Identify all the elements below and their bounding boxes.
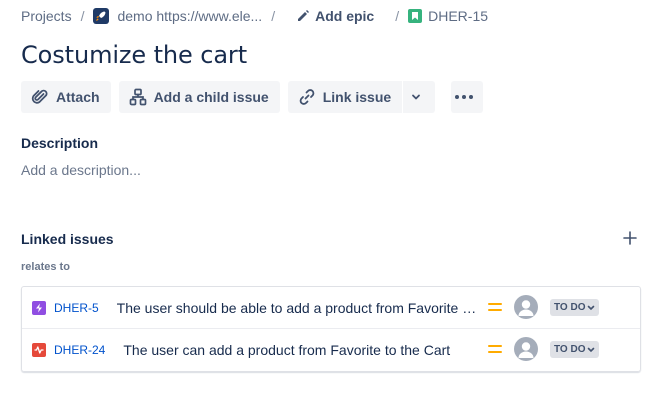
linked-issues-list: DHER-5 The user should be able to add a … — [21, 286, 641, 372]
status-label: TO DO — [554, 302, 586, 313]
relation-type-label: relates to — [21, 261, 70, 273]
add-child-issue-button[interactable]: Add a child issue — [118, 81, 280, 113]
attach-button[interactable]: Attach — [21, 81, 111, 113]
assignee-avatar[interactable] — [514, 337, 538, 361]
add-linked-issue-button[interactable] — [622, 230, 638, 246]
assignee-avatar[interactable] — [514, 295, 538, 319]
breadcrumb-issue[interactable]: DHER-15 — [408, 8, 488, 24]
breadcrumb-projects[interactable]: Projects — [21, 8, 72, 24]
link-issue-button[interactable]: Link issue — [287, 81, 403, 113]
priority-medium-icon — [488, 303, 502, 311]
breadcrumb-project-name: demo https://www.ele... — [117, 8, 263, 24]
bug-icon — [32, 342, 46, 357]
linked-issue-row[interactable]: DHER-5 The user should be able to add a … — [22, 287, 640, 329]
plus-icon — [623, 231, 637, 245]
linked-issue-key[interactable]: DHER-24 — [54, 343, 105, 357]
link-issue-label: Link issue — [322, 89, 392, 105]
breadcrumb-issue-key: DHER-15 — [428, 8, 489, 24]
linked-issue-summary[interactable]: The user should be able to add a product… — [117, 300, 479, 316]
project-rocket-icon — [93, 8, 110, 24]
breadcrumb-separator: / — [271, 8, 276, 24]
link-icon — [299, 89, 315, 105]
epic-icon — [32, 300, 46, 315]
breadcrumb-separator: / — [80, 8, 85, 24]
linked-issue-key[interactable]: DHER-5 — [54, 301, 99, 315]
chevron-down-icon — [588, 305, 595, 310]
user-icon — [518, 300, 534, 316]
add-epic-button[interactable]: Add epic — [296, 8, 374, 24]
linked-issue-summary[interactable]: The user can add a product from Favorite… — [123, 342, 481, 358]
chevron-down-icon — [588, 347, 595, 352]
status-dropdown[interactable]: TO DO — [550, 299, 600, 316]
more-icon — [454, 95, 473, 99]
issue-toolbar: Attach Add a child issue Link issue — [21, 81, 491, 113]
add-child-issue-label: Add a child issue — [153, 89, 269, 105]
issue-view: Projects / demo https://www.ele... / Add… — [0, 0, 667, 403]
chevron-down-icon — [411, 94, 420, 100]
attach-label: Attach — [56, 89, 100, 105]
story-icon — [408, 9, 423, 23]
link-issue-dropdown-button[interactable] — [403, 81, 436, 113]
breadcrumb: Projects / demo https://www.ele... / Add… — [21, 6, 488, 26]
description-heading: Description — [21, 135, 99, 151]
status-label: TO DO — [554, 344, 586, 355]
pencil-icon — [298, 10, 310, 21]
status-dropdown[interactable]: TO DO — [550, 341, 600, 358]
paperclip-icon — [31, 89, 48, 104]
child-issue-icon — [129, 88, 146, 106]
add-epic-label: Add epic — [315, 8, 375, 24]
user-icon — [518, 342, 534, 358]
linked-issues-heading: Linked issues — [21, 231, 114, 247]
description-field[interactable]: Add a description... — [21, 162, 141, 178]
breadcrumb-project[interactable]: demo https://www.ele... — [93, 8, 262, 24]
more-actions-button[interactable] — [451, 81, 484, 113]
issue-title[interactable]: Costumize the cart — [21, 41, 247, 69]
priority-medium-icon — [488, 345, 502, 353]
breadcrumb-separator: / — [395, 8, 400, 24]
linked-issue-row[interactable]: DHER-24 The user can add a product from … — [22, 329, 640, 370]
